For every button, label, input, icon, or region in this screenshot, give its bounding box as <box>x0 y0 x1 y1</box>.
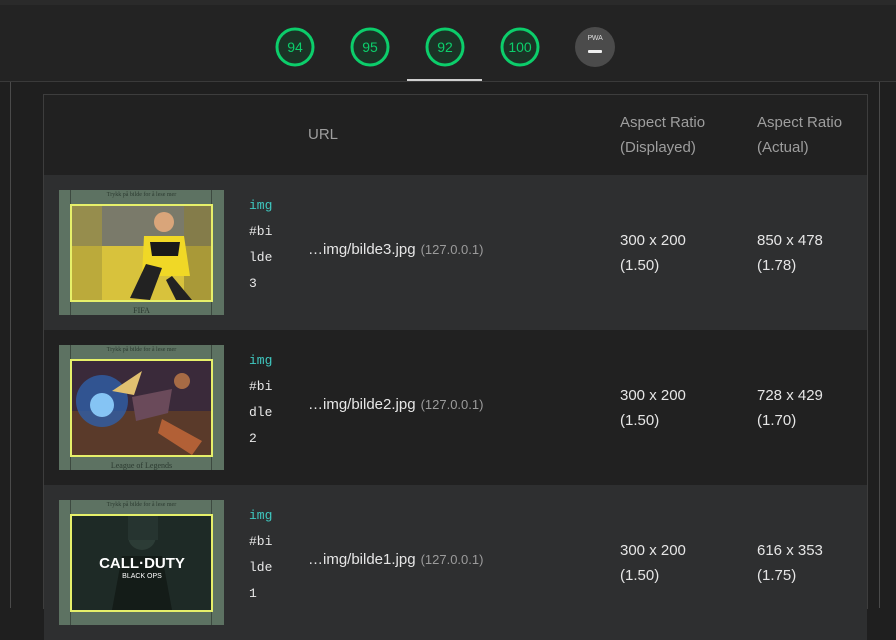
league-of-legends-illustration <box>72 361 211 455</box>
image-thumbnail: Trykk på bilde for å lese mer League of … <box>59 345 224 470</box>
pwa-label: PWA <box>587 35 603 42</box>
active-tab-indicator <box>407 79 482 81</box>
selector-part: lde <box>249 250 273 265</box>
url-host: (127.0.0.1) <box>420 242 484 257</box>
node-selector[interactable]: img #bi dle 2 <box>249 348 289 452</box>
header-aspect-ratio-displayed: Aspect Ratio (Displayed) <box>620 110 705 160</box>
thumbnail-caption-top: Trykk på bilde for å lese mer <box>106 192 177 198</box>
aspect-ratio-actual: 728 x 429 (1.70) <box>757 383 823 433</box>
url-host: (127.0.0.1) <box>420 552 484 567</box>
selector-part: #bi <box>249 379 273 394</box>
score-gauge-best-practices[interactable]: 92 <box>425 27 465 67</box>
displayed-ratio: (1.50) <box>620 257 660 274</box>
selector-tag: img <box>249 508 273 523</box>
displayed-ratio: (1.50) <box>620 567 660 584</box>
image-url[interactable]: …img/bilde2.jpg (127.0.0.1) <box>308 396 483 413</box>
actual-size: 850 x 478 <box>757 232 823 249</box>
actual-size: 728 x 429 <box>757 387 823 404</box>
node-selector[interactable]: img #bi lde 1 <box>249 503 289 607</box>
score-gauge-seo[interactable]: 100 <box>500 27 540 67</box>
header-line: Aspect Ratio <box>620 114 706 131</box>
table-row: Trykk på bilde for å lese mer FIFA img #… <box>44 175 867 330</box>
aspect-ratio-displayed: 300 x 200 (1.50) <box>620 538 686 588</box>
url-path[interactable]: …img/bilde1.jpg <box>308 551 416 568</box>
selector-part: #bi <box>249 534 273 549</box>
image-url[interactable]: …img/bilde3.jpg (127.0.0.1) <box>308 241 483 258</box>
thumbnail-caption-bottom: League of Legends <box>110 461 173 470</box>
header-url: URL <box>308 126 339 143</box>
thumbnail-image <box>70 359 213 457</box>
table-row: Trykk på bilde for å lese mer CALL·DUTY … <box>44 485 867 640</box>
selector-part: 2 <box>249 431 257 446</box>
call-of-duty-illustration: CALL·DUTY BLACK OPS <box>72 516 211 610</box>
fifa-cover-illustration <box>72 206 211 300</box>
actual-size: 616 x 353 <box>757 542 823 559</box>
displayed-ratio: (1.50) <box>620 412 660 429</box>
selector-part: #bi <box>249 224 273 239</box>
aspect-ratio-displayed: 300 x 200 (1.50) <box>620 228 686 278</box>
actual-ratio: (1.70) <box>757 412 797 429</box>
logo-text-line2: BLACK OPS <box>122 573 162 580</box>
score-value: 100 <box>508 39 532 55</box>
thumbnail-caption-top: Trykk på bilde for å lese mer <box>106 502 177 508</box>
url-path[interactable]: …img/bilde3.jpg <box>308 241 416 258</box>
header-line: (Actual) <box>757 139 809 156</box>
thumbnail-caption-bottom: FIFA <box>133 306 150 315</box>
aspect-ratio-actual: 850 x 478 (1.78) <box>757 228 823 278</box>
selector-part: 3 <box>249 276 257 291</box>
selector-part: lde <box>249 560 273 575</box>
header-line: Aspect Ratio <box>757 114 843 131</box>
selector-tag: img <box>249 353 273 368</box>
table-header: URL Aspect Ratio (Displayed) Aspect Rati… <box>44 95 867 175</box>
score-value: 92 <box>437 39 453 55</box>
score-value: 95 <box>362 39 378 55</box>
aspect-ratio-actual: 616 x 353 (1.75) <box>757 538 823 588</box>
actual-ratio: (1.75) <box>757 567 797 584</box>
node-selector[interactable]: img #bi lde 3 <box>249 193 289 297</box>
thumbnail-caption-top: Trykk på bilde for å lese mer <box>106 347 177 353</box>
divider <box>879 82 880 608</box>
divider <box>10 82 11 608</box>
pwa-badge[interactable]: PWA <box>575 27 615 67</box>
score-header: 94 95 92 100 PWA <box>0 5 896 82</box>
displayed-size: 300 x 200 <box>620 387 686 404</box>
url-path[interactable]: …img/bilde2.jpg <box>308 396 416 413</box>
actual-ratio: (1.78) <box>757 257 797 274</box>
thumbnail-image: CALL·DUTY BLACK OPS <box>70 514 213 612</box>
logo-text-line1: CALL·DUTY <box>99 555 185 572</box>
selector-tag: img <box>249 198 273 213</box>
aspect-ratio-displayed: 300 x 200 (1.50) <box>620 383 686 433</box>
displayed-size: 300 x 200 <box>620 232 686 249</box>
score-gauge-performance[interactable]: 94 <box>275 27 315 67</box>
score-gauge-accessibility[interactable]: 95 <box>350 27 390 67</box>
header-aspect-ratio-actual: Aspect Ratio (Actual) <box>757 110 842 160</box>
selector-part: 1 <box>249 586 257 601</box>
score-value: 94 <box>287 39 303 55</box>
image-thumbnail: Trykk på bilde for å lese mer FIFA <box>59 190 224 315</box>
displayed-size: 300 x 200 <box>620 542 686 559</box>
selector-part: dle <box>249 405 273 420</box>
header-line: (Displayed) <box>620 139 696 156</box>
table-row: Trykk på bilde for å lese mer League of … <box>44 330 867 485</box>
thumbnail-image <box>70 204 213 302</box>
image-thumbnail: Trykk på bilde for å lese mer CALL·DUTY … <box>59 500 224 625</box>
image-aspect-ratio-table: URL Aspect Ratio (Displayed) Aspect Rati… <box>43 94 868 640</box>
dash-icon <box>588 50 602 53</box>
url-host: (127.0.0.1) <box>420 397 484 412</box>
image-url[interactable]: …img/bilde1.jpg (127.0.0.1) <box>308 551 483 568</box>
